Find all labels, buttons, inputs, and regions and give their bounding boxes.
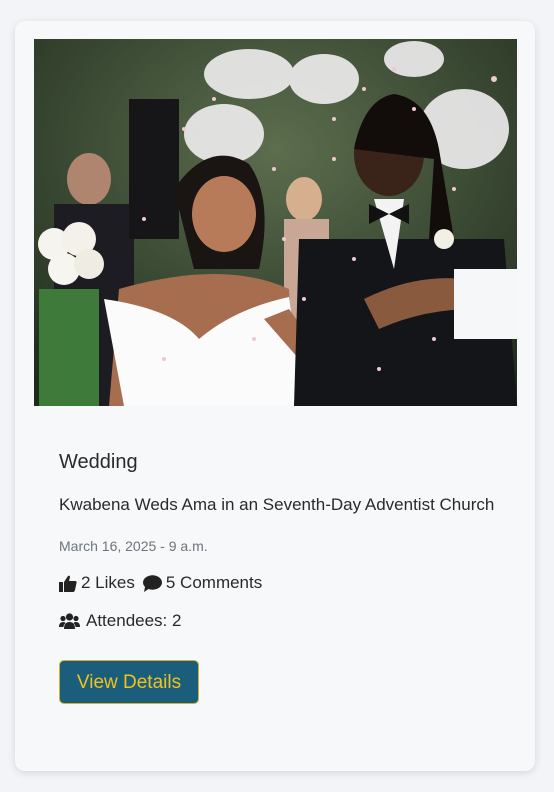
attendees-count: Attendees: 2: [86, 611, 182, 630]
event-date: March 16, 2025 - 9 a.m.: [59, 538, 208, 554]
event-attendees: Attendees: 2: [59, 611, 505, 631]
users-icon: [59, 613, 80, 629]
comments-count: 5 Comments: [165, 573, 263, 592]
event-category: Wedding: [59, 451, 138, 473]
event-stats: 2 Likes 5 Comments: [59, 573, 505, 593]
event-card-body: Wedding Kwabena Weds Ama in an Seventh-D…: [59, 451, 505, 704]
event-title: Kwabena Weds Ama in an Seventh-Day Adven…: [59, 495, 495, 514]
thumbs-up-icon: [59, 575, 77, 592]
view-details-button[interactable]: View Details: [59, 660, 199, 704]
event-photo: [34, 39, 517, 406]
event-card: Wedding Kwabena Weds Ama in an Seventh-D…: [15, 21, 535, 771]
comment-bubble-icon: [142, 574, 162, 592]
likes-count: 2 Likes: [81, 573, 135, 592]
